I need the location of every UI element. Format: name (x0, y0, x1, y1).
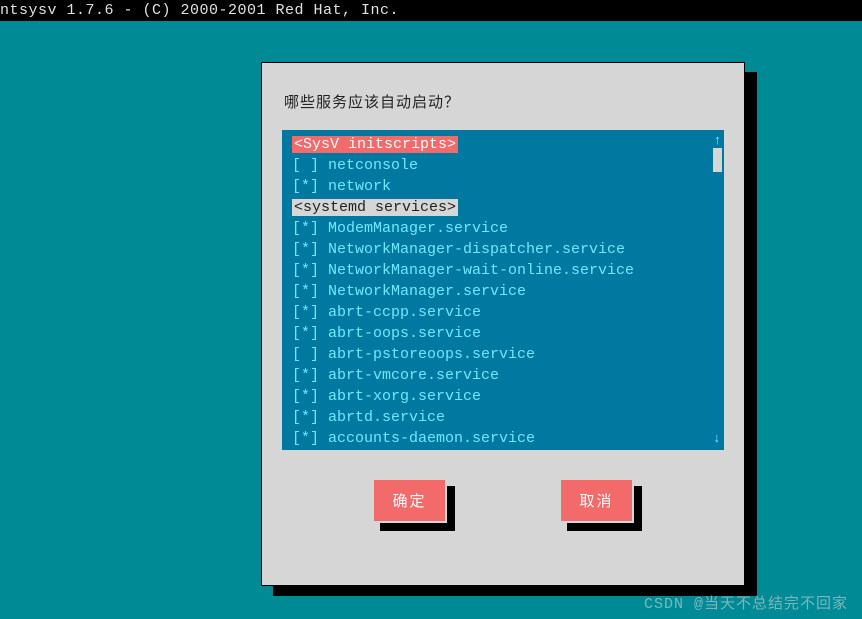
service-row[interactable]: [*] NetworkManager.service (292, 281, 718, 302)
service-row[interactable]: [*] NetworkManager-dispatcher.service (292, 239, 718, 260)
service-row[interactable]: [*] abrtd.service (292, 407, 718, 428)
dialog-prompt: 哪些服务应该自动启动？ (284, 91, 730, 112)
service-row[interactable]: [ ] netconsole (292, 155, 718, 176)
service-row[interactable]: [*] accounts-daemon.service (292, 428, 718, 449)
service-row[interactable]: [*] NetworkManager-wait-online.service (292, 260, 718, 281)
ok-button[interactable]: 确定 (372, 478, 446, 523)
button-row: 确定 取消 (276, 478, 730, 523)
services-listbox[interactable]: <SysV initscripts> [ ] netconsole[*] netw… (282, 130, 724, 450)
section-header: <systemd services> (292, 199, 458, 216)
service-row[interactable]: [*] abrt-xorg.service (292, 386, 718, 407)
section-header: <SysV initscripts> (292, 136, 458, 153)
scroll-down-icon[interactable]: ↓ (713, 432, 721, 446)
service-row[interactable]: [ ] abrt-pstoreoops.service (292, 344, 718, 365)
service-row[interactable]: [*] abrt-oops.service (292, 323, 718, 344)
service-row[interactable]: [*] ModemManager.service (292, 218, 718, 239)
services-dialog: 哪些服务应该自动启动？ <SysV initscripts> [ ] netcon… (261, 62, 745, 586)
cancel-button[interactable]: 取消 (559, 478, 633, 523)
scroll-up-icon[interactable]: ↑ (713, 134, 722, 148)
service-row[interactable]: [*] network (292, 176, 718, 197)
scrollbar[interactable]: ↑ ↓ (713, 134, 722, 446)
service-row[interactable]: [*] abrt-vmcore.service (292, 365, 718, 386)
service-row[interactable]: [*] abrt-ccpp.service (292, 302, 718, 323)
scroll-thumb[interactable] (713, 148, 722, 172)
title-bar: ntsysv 1.7.6 - (C) 2000-2001 Red Hat, In… (0, 0, 862, 21)
watermark: CSDN @当天不总结完不回家 (644, 592, 848, 613)
